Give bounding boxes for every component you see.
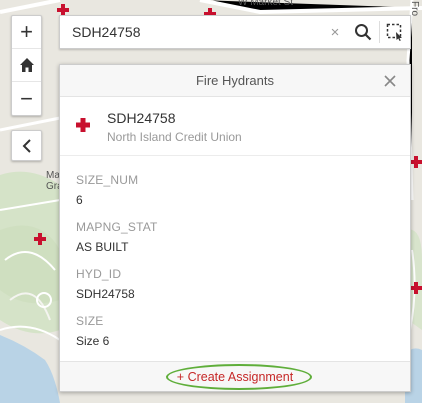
attribute-size: SIZE Size 6 [76,314,109,348]
attribute-size-num: SIZE_NUM 6 [76,173,138,207]
place-label-ma: Ma [46,170,60,181]
attribute-label: SIZE [76,314,104,328]
attribute-label: MAPNG_STAT [76,220,158,234]
zoom-controls: + − [11,15,42,116]
close-icon [384,75,396,87]
attribute-hyd-id: HYD_ID SDH24758 [76,267,135,301]
select-box-icon [386,23,402,41]
street-label: W Market St [238,0,294,8]
search-button[interactable] [347,16,379,48]
search-input[interactable] [60,16,323,48]
popup-header: Fire Hydrants [60,65,410,97]
feature-subtitle: North Island Credit Union [107,130,242,144]
create-assignment-link[interactable]: + Create Assignment [177,370,293,384]
attribute-label: HYD_ID [76,267,122,281]
attribute-value: SDH24758 [76,287,135,301]
hydrant-icon [76,118,90,132]
feature-header[interactable]: SDH24758 North Island Credit Union [60,98,410,156]
search-icon [355,24,372,41]
feature-popup: Fire Hydrants SDH24758 North Island Cred… [59,64,411,392]
popup-footer: + Create Assignment [60,361,410,391]
street-label-fro: Fro [409,1,420,16]
attribute-value: Size 6 [76,334,110,348]
feature-name: SDH24758 [107,110,176,126]
chevron-left-icon [22,138,31,153]
close-popup-button[interactable] [380,71,400,91]
home-button[interactable] [12,49,41,82]
zoom-in-button[interactable]: + [12,16,41,49]
collapse-panel-button[interactable] [11,130,42,161]
attribute-mapng-stat: MAPNG_STAT AS BUILT [76,220,158,254]
search-bar: × [59,15,411,49]
zoom-out-button[interactable]: − [12,82,41,115]
popup-title: Fire Hydrants [195,73,275,88]
attribute-value: 6 [76,193,83,207]
attribute-value: AS BUILT [76,240,129,254]
select-features-button[interactable] [380,16,410,48]
home-icon [19,58,34,72]
attribute-label: SIZE_NUM [76,173,139,187]
clear-search-button[interactable]: × [323,16,347,48]
